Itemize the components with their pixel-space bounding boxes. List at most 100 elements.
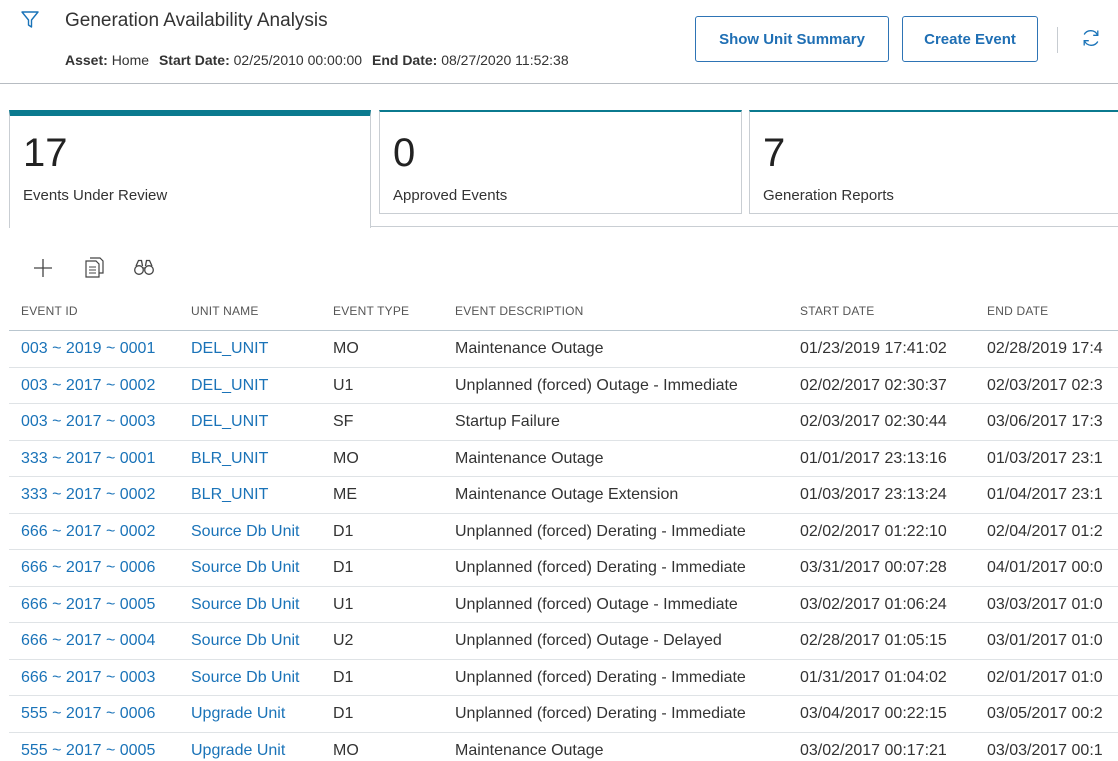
event-id-link[interactable]: 666 ~ 2017 ~ 0003 — [21, 669, 186, 687]
end-date-cell: 03/05/2017 00:2 — [987, 705, 1103, 722]
unit-name-link[interactable]: Source Db Unit — [191, 632, 329, 650]
event-description-cell: Startup Failure — [455, 413, 560, 430]
end-date-cell: 02/01/2017 01:0 — [987, 668, 1103, 686]
event-type-cell: ME — [333, 486, 357, 503]
table-row: 333 ~ 2017 ~ 0001 BLR_UNIT MO Maintenanc… — [9, 441, 1118, 477]
event-type-cell: MO — [333, 340, 359, 357]
page-header: Generation Availability Analysis Asset: … — [0, 0, 1118, 84]
start-date-cell: 02/03/2017 02:30:44 — [800, 413, 947, 430]
event-type-cell: D1 — [333, 559, 354, 576]
asset-label: Asset: — [65, 52, 108, 68]
end-date-cell: 01/03/2017 23:1 — [987, 449, 1103, 467]
unit-name-link[interactable]: Upgrade Unit — [191, 742, 329, 760]
filter-icon[interactable] — [20, 10, 40, 30]
unit-name-link[interactable]: BLR_UNIT — [191, 450, 329, 468]
events-table: EVENT ID UNIT NAME EVENT TYPE EVENT DESC… — [9, 295, 1118, 761]
copy-icon[interactable] — [82, 254, 106, 280]
end-date-cell: 01/04/2017 23:1 — [987, 486, 1103, 503]
event-type-cell: SF — [333, 413, 354, 430]
end-date-cell: 02/28/2019 17:4 — [987, 340, 1103, 357]
column-header-unit-name[interactable]: UNIT NAME — [191, 304, 329, 318]
tile-count: 17 — [23, 131, 68, 175]
end-date-cell: 03/03/2017 01:0 — [987, 595, 1103, 613]
table-row: 666 ~ 2017 ~ 0005 Source Db Unit U1 Unpl… — [9, 587, 1118, 623]
create-event-button[interactable]: Create Event — [902, 16, 1038, 62]
page-title: Generation Availability Analysis — [65, 10, 328, 31]
start-date-cell: 03/31/2017 00:07:28 — [800, 559, 947, 576]
toolbar-divider — [1057, 27, 1058, 53]
unit-name-link[interactable]: DEL_UNIT — [191, 413, 329, 431]
unit-name-link[interactable]: Upgrade Unit — [191, 705, 329, 723]
event-description-cell: Unplanned (forced) Outage - Immediate — [455, 595, 738, 613]
event-type-cell: D1 — [333, 668, 354, 686]
column-header-event-id[interactable]: EVENT ID — [21, 304, 186, 318]
tile-label: Generation Reports — [763, 187, 894, 204]
table-row: 666 ~ 2017 ~ 0002 Source Db Unit D1 Unpl… — [9, 514, 1118, 550]
binoculars-icon[interactable] — [132, 254, 156, 280]
show-unit-summary-button[interactable]: Show Unit Summary — [695, 16, 889, 62]
table-row: 003 ~ 2017 ~ 0002 DEL_UNIT U1 Unplanned … — [9, 368, 1118, 404]
tile-approved-events[interactable]: 0 Approved Events — [379, 110, 742, 214]
event-type-cell: U2 — [333, 632, 354, 649]
start-date-cell: 01/23/2019 17:41:02 — [800, 340, 947, 357]
start-date-value: 02/25/2010 00:00:00 — [233, 52, 363, 68]
table-row: 003 ~ 2019 ~ 0001 DEL_UNIT MO Maintenanc… — [9, 331, 1118, 368]
end-date-cell: 04/01/2017 00:0 — [987, 559, 1103, 576]
start-date-cell: 01/01/2017 23:13:16 — [800, 449, 947, 467]
start-date-cell: 02/02/2017 02:30:37 — [800, 376, 947, 394]
event-id-link[interactable]: 555 ~ 2017 ~ 0005 — [21, 742, 186, 760]
end-date-cell: 02/04/2017 01:2 — [987, 522, 1103, 540]
add-icon[interactable] — [31, 254, 55, 280]
unit-name-link[interactable]: DEL_UNIT — [191, 377, 329, 395]
table-row: 666 ~ 2017 ~ 0004 Source Db Unit U2 Unpl… — [9, 623, 1118, 660]
unit-name-link[interactable]: Source Db Unit — [191, 559, 329, 577]
table-row: 666 ~ 2017 ~ 0003 Source Db Unit D1 Unpl… — [9, 660, 1118, 696]
unit-name-link[interactable]: DEL_UNIT — [191, 340, 329, 358]
event-id-link[interactable]: 666 ~ 2017 ~ 0002 — [21, 523, 186, 541]
event-type-cell: MO — [333, 449, 359, 467]
event-id-link[interactable]: 003 ~ 2017 ~ 0003 — [21, 413, 186, 431]
event-description-cell: Unplanned (forced) Derating - Immediate — [455, 668, 746, 686]
end-date-cell: 03/01/2017 01:0 — [987, 632, 1103, 649]
start-date-cell: 02/28/2017 01:05:15 — [800, 632, 947, 649]
refresh-icon[interactable] — [1080, 27, 1102, 49]
end-date-value: 08/27/2020 11:52:38 — [441, 52, 569, 68]
tile-generation-reports[interactable]: 7 Generation Reports — [749, 110, 1118, 214]
table-row: 666 ~ 2017 ~ 0006 Source Db Unit D1 Unpl… — [9, 550, 1118, 587]
column-header-event-description[interactable]: EVENT DESCRIPTION — [455, 304, 795, 318]
tile-label: Events Under Review — [23, 187, 168, 204]
unit-name-link[interactable]: Source Db Unit — [191, 523, 329, 541]
event-id-link[interactable]: 333 ~ 2017 ~ 0002 — [21, 486, 186, 504]
event-description-cell: Maintenance Outage — [455, 741, 604, 759]
table-header: EVENT ID UNIT NAME EVENT TYPE EVENT DESC… — [9, 295, 1118, 331]
event-id-link[interactable]: 003 ~ 2019 ~ 0001 — [21, 340, 186, 358]
end-date-label: End Date: — [371, 52, 438, 68]
event-description-cell: Unplanned (forced) Outage - Delayed — [455, 632, 722, 649]
event-description-cell: Maintenance Outage Extension — [455, 486, 679, 503]
start-date-cell: 03/02/2017 00:17:21 — [800, 741, 947, 759]
event-type-cell: D1 — [333, 705, 354, 722]
event-id-link[interactable]: 333 ~ 2017 ~ 0001 — [21, 450, 186, 468]
end-date-cell: 03/03/2017 00:1 — [987, 741, 1103, 759]
table-row: 003 ~ 2017 ~ 0003 DEL_UNIT SF Startup Fa… — [9, 404, 1118, 441]
end-date-cell: 03/06/2017 17:3 — [987, 413, 1103, 430]
unit-name-link[interactable]: BLR_UNIT — [191, 486, 329, 504]
event-id-link[interactable]: 666 ~ 2017 ~ 0005 — [21, 596, 186, 614]
column-header-event-type[interactable]: EVENT TYPE — [333, 304, 448, 318]
column-header-start-date[interactable]: START DATE — [800, 304, 980, 318]
tile-events-under-review[interactable]: 17 Events Under Review — [9, 110, 371, 228]
event-id-link[interactable]: 666 ~ 2017 ~ 0006 — [21, 559, 186, 577]
unit-name-link[interactable]: Source Db Unit — [191, 596, 329, 614]
tile-count: 0 — [393, 131, 416, 175]
event-description-cell: Maintenance Outage — [455, 449, 604, 467]
table-row: 555 ~ 2017 ~ 0006 Upgrade Unit D1 Unplan… — [9, 696, 1118, 733]
event-id-link[interactable]: 666 ~ 2017 ~ 0004 — [21, 632, 186, 650]
event-id-link[interactable]: 555 ~ 2017 ~ 0006 — [21, 705, 186, 723]
start-date-cell: 01/03/2017 23:13:24 — [800, 486, 947, 503]
unit-name-link[interactable]: Source Db Unit — [191, 669, 329, 687]
context-bar: Asset: Home Start Date: 02/25/2010 00:00… — [65, 52, 569, 68]
event-id-link[interactable]: 003 ~ 2017 ~ 0002 — [21, 377, 186, 395]
column-header-end-date[interactable]: END DATE — [987, 304, 1118, 318]
event-description-cell: Unplanned (forced) Derating - Immediate — [455, 559, 746, 576]
start-date-cell: 01/31/2017 01:04:02 — [800, 668, 947, 686]
